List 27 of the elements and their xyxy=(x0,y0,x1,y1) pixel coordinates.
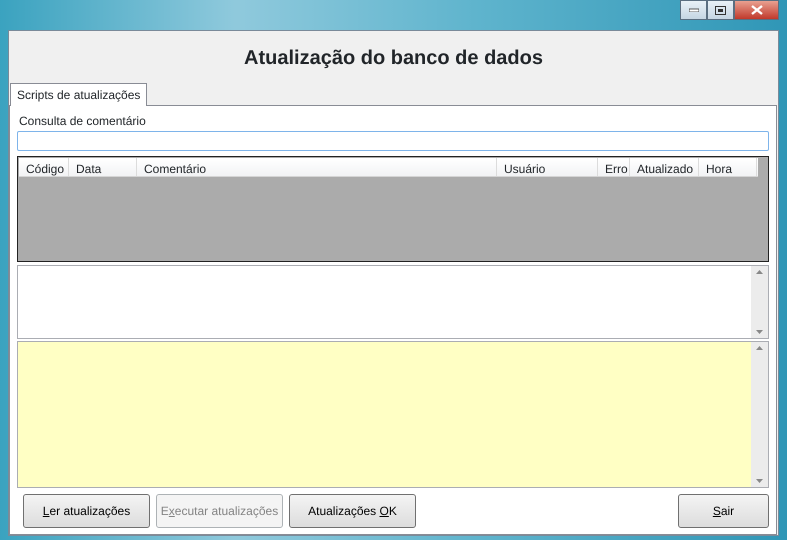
column-header[interactable]: Data xyxy=(69,158,137,176)
tab[interactable]: Scripts de atualizações xyxy=(10,83,148,106)
column-header[interactable]: Código xyxy=(19,158,69,176)
search-label: Consulta de comentário xyxy=(19,113,147,130)
search-field[interactable] xyxy=(17,131,769,151)
scrollbar[interactable] xyxy=(751,342,768,487)
maximize-icon xyxy=(715,6,726,14)
maximize-button[interactable] xyxy=(707,0,734,20)
scroll-down-icon[interactable] xyxy=(756,330,763,334)
minimize-button[interactable] xyxy=(680,0,707,20)
column-header[interactable]: Erro xyxy=(598,158,630,176)
scroll-down-icon[interactable] xyxy=(756,479,763,483)
scroll-up-icon[interactable] xyxy=(756,346,763,350)
minimize-icon xyxy=(688,8,698,12)
scroll-up-icon[interactable] xyxy=(756,270,763,274)
text-area[interactable] xyxy=(17,265,769,339)
action-button[interactable]: Sair xyxy=(678,494,769,528)
close-button[interactable] xyxy=(734,0,779,20)
scrollbar[interactable] xyxy=(751,266,768,338)
action-button[interactable]: Ler atualizações xyxy=(23,494,150,528)
close-icon xyxy=(750,5,762,15)
column-header[interactable]: Comentário xyxy=(137,158,497,176)
column-header[interactable]: Atualizado xyxy=(630,158,699,176)
column-header[interactable]: Hora xyxy=(699,158,757,176)
header-title: Atualização do banco de dados xyxy=(243,46,544,71)
column-header[interactable]: Usuário xyxy=(497,158,598,176)
action-button[interactable]: Atualizações OK xyxy=(289,494,416,528)
